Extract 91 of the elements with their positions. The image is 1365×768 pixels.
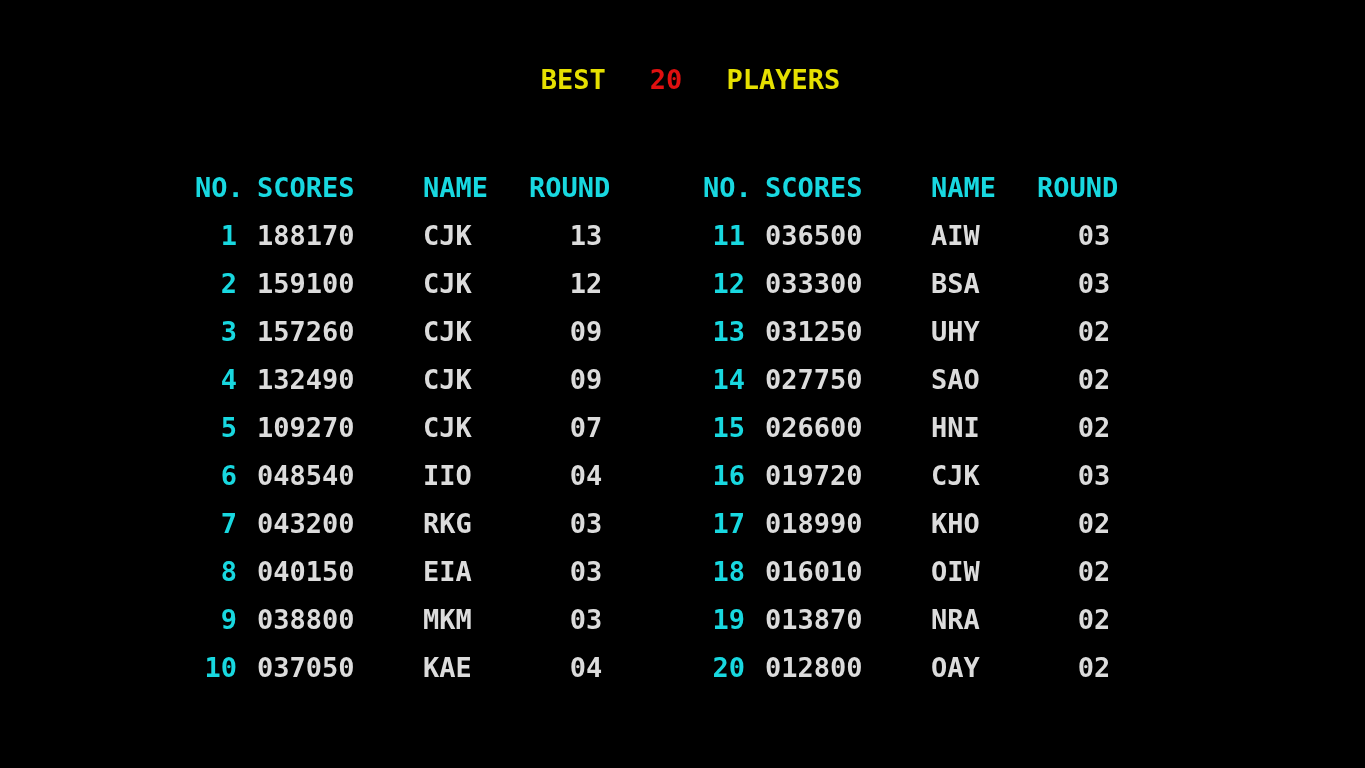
round-header: ROUND — [1037, 171, 1120, 205]
name-cell-text: KHO — [931, 507, 981, 541]
score-cell-text: 026600 — [765, 411, 864, 445]
round-cell-text: 12 — [568, 267, 604, 301]
rank-cell-text: 11 — [711, 219, 746, 253]
score-cell-text: 037050 — [257, 651, 356, 685]
name-cell-text: CJK — [423, 363, 473, 397]
rank-cell-text: 12 — [711, 267, 746, 301]
round-cell-text: 03 — [568, 507, 604, 541]
round-cell-text: 03 — [1076, 267, 1112, 301]
score-cell-text: 048540 — [257, 459, 356, 493]
rank-cell-text: 13 — [711, 315, 746, 349]
title-word: BEST — [540, 63, 606, 97]
score-cell-text: 031250 — [765, 315, 864, 349]
name-cell-text: EIA — [423, 555, 473, 589]
rank-cell-text: 3 — [219, 315, 238, 349]
rank-cell-text: 19 — [711, 603, 746, 637]
rank-header: NO. — [195, 171, 245, 205]
round-cell-text: 13 — [568, 219, 604, 253]
rank-cell-text: 9 — [219, 603, 238, 637]
round-cell-text: 03 — [568, 555, 604, 589]
round-header: ROUND — [529, 171, 612, 205]
name-cell-text: CJK — [931, 459, 981, 493]
title-word: 20 — [649, 63, 683, 97]
round-cell-text: 03 — [1076, 459, 1112, 493]
score-cell-text: 043200 — [257, 507, 356, 541]
rank-cell-text: 6 — [219, 459, 238, 493]
rank-cell-text: 17 — [711, 507, 746, 541]
name-cell-text: AIW — [931, 219, 981, 253]
name-cell-text: CJK — [423, 315, 473, 349]
score-cell-text: 033300 — [765, 267, 864, 301]
round-cell-text: 04 — [568, 651, 604, 685]
name-cell-text: OAY — [931, 651, 981, 685]
score-cell-text: 132490 — [257, 363, 356, 397]
rank-cell-text: 4 — [219, 363, 238, 397]
rank-cell-text: 14 — [711, 363, 746, 397]
score-cell-text: 016010 — [765, 555, 864, 589]
round-cell-text: 03 — [1076, 219, 1112, 253]
rank-cell-text: 7 — [219, 507, 238, 541]
rank-cell-text: 10 — [203, 651, 238, 685]
rank-cell-text: 18 — [711, 555, 746, 589]
rank-cell-text: 15 — [711, 411, 746, 445]
round-cell-text: 02 — [1076, 603, 1112, 637]
name-cell-text: NRA — [931, 603, 981, 637]
round-cell-text: 04 — [568, 459, 604, 493]
rank-cell-text: 2 — [219, 267, 238, 301]
rank-cell-text: 20 — [711, 651, 746, 685]
round-cell-text: 02 — [1076, 411, 1112, 445]
score-cell-text: 027750 — [765, 363, 864, 397]
round-cell-text: 02 — [1076, 315, 1112, 349]
score-cell-text: 018990 — [765, 507, 864, 541]
name-cell-text: HNI — [931, 411, 981, 445]
round-cell-text: 02 — [1076, 651, 1112, 685]
score-cell-text: 157260 — [257, 315, 356, 349]
round-cell-text: 02 — [1076, 507, 1112, 541]
score-cell-text: 036500 — [765, 219, 864, 253]
rank-cell-text: 1 — [219, 219, 238, 253]
name-cell-text: MKM — [423, 603, 473, 637]
name-header: NAME — [931, 171, 998, 205]
rank-cell-text: 8 — [219, 555, 238, 589]
name-cell-text: CJK — [423, 411, 473, 445]
round-cell-text: 03 — [568, 603, 604, 637]
round-cell-text: 07 — [568, 411, 604, 445]
name-cell-text: KAE — [423, 651, 473, 685]
name-cell-text: UHY — [931, 315, 981, 349]
round-cell-text: 09 — [568, 315, 604, 349]
score-cell-text: 109270 — [257, 411, 356, 445]
rank-header: NO. — [703, 171, 753, 205]
round-cell-text: 02 — [1076, 555, 1112, 589]
score-cell-text: 188170 — [257, 219, 356, 253]
score-cell-text: 038800 — [257, 603, 356, 637]
scores-header: SCORES — [765, 171, 864, 205]
rank-cell-text: 16 — [711, 459, 746, 493]
score-cell-text: 012800 — [765, 651, 864, 685]
round-cell-text: 09 — [568, 363, 604, 397]
round-cell-text: 02 — [1076, 363, 1112, 397]
name-cell-text: IIO — [423, 459, 473, 493]
score-cell-text: 013870 — [765, 603, 864, 637]
score-cell-text: 040150 — [257, 555, 356, 589]
name-cell-text: OIW — [931, 555, 981, 589]
name-header: NAME — [423, 171, 490, 205]
name-cell-text: CJK — [423, 267, 473, 301]
name-cell-text: SAO — [931, 363, 981, 397]
rank-cell-text: 5 — [219, 411, 238, 445]
title-word: PLAYERS — [726, 63, 841, 97]
scores-header: SCORES — [257, 171, 356, 205]
name-cell-text: RKG — [423, 507, 473, 541]
name-cell-text: BSA — [931, 267, 981, 301]
score-cell-text: 019720 — [765, 459, 864, 493]
score-cell-text: 159100 — [257, 267, 356, 301]
name-cell-text: CJK — [423, 219, 473, 253]
